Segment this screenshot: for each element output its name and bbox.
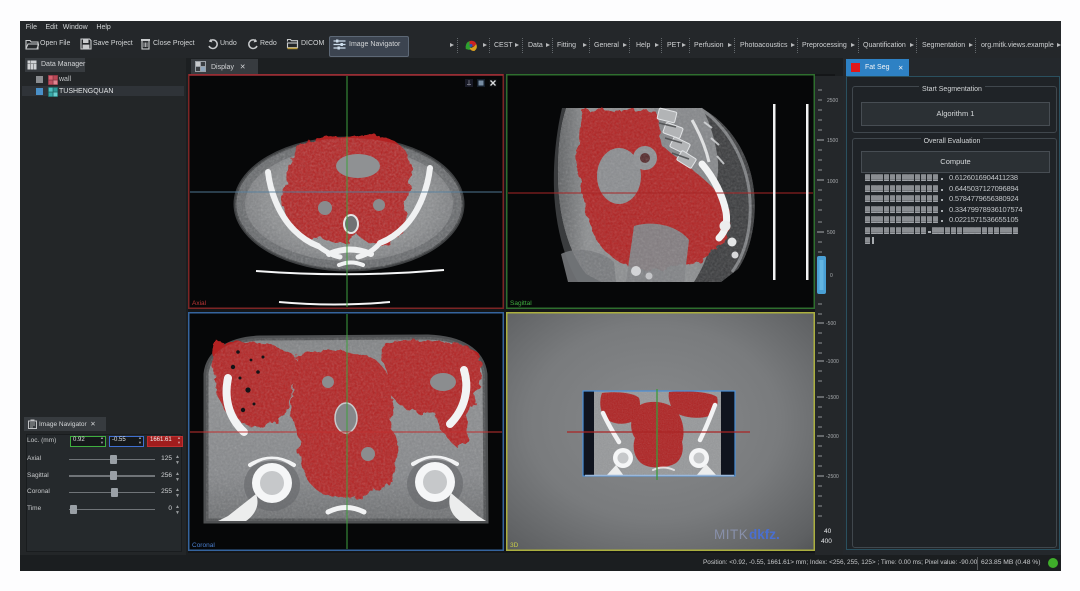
svg-text:-2500: -2500 <box>826 474 839 480</box>
svg-text:dkfz.: dkfz. <box>749 527 780 542</box>
svg-text:500: 500 <box>827 230 836 236</box>
svg-text:1500: 1500 <box>827 138 838 144</box>
svg-text:Sagittal: Sagittal <box>510 300 532 307</box>
svg-text:MITK: MITK <box>714 527 748 542</box>
svg-text:-2000: -2000 <box>826 434 839 440</box>
svg-text:40: 40 <box>824 528 832 535</box>
svg-text:3D: 3D <box>510 542 519 549</box>
svg-text:-1500: -1500 <box>826 395 839 401</box>
svg-text:Coronal: Coronal <box>192 542 215 549</box>
svg-text:0: 0 <box>830 273 833 279</box>
svg-text:-1000: -1000 <box>826 359 839 365</box>
svg-text:Axial: Axial <box>192 300 207 307</box>
svg-text:2500: 2500 <box>827 98 838 104</box>
svg-text:1000: 1000 <box>827 179 838 185</box>
svg-text:400: 400 <box>821 538 832 545</box>
svg-text:-500: -500 <box>826 321 836 327</box>
